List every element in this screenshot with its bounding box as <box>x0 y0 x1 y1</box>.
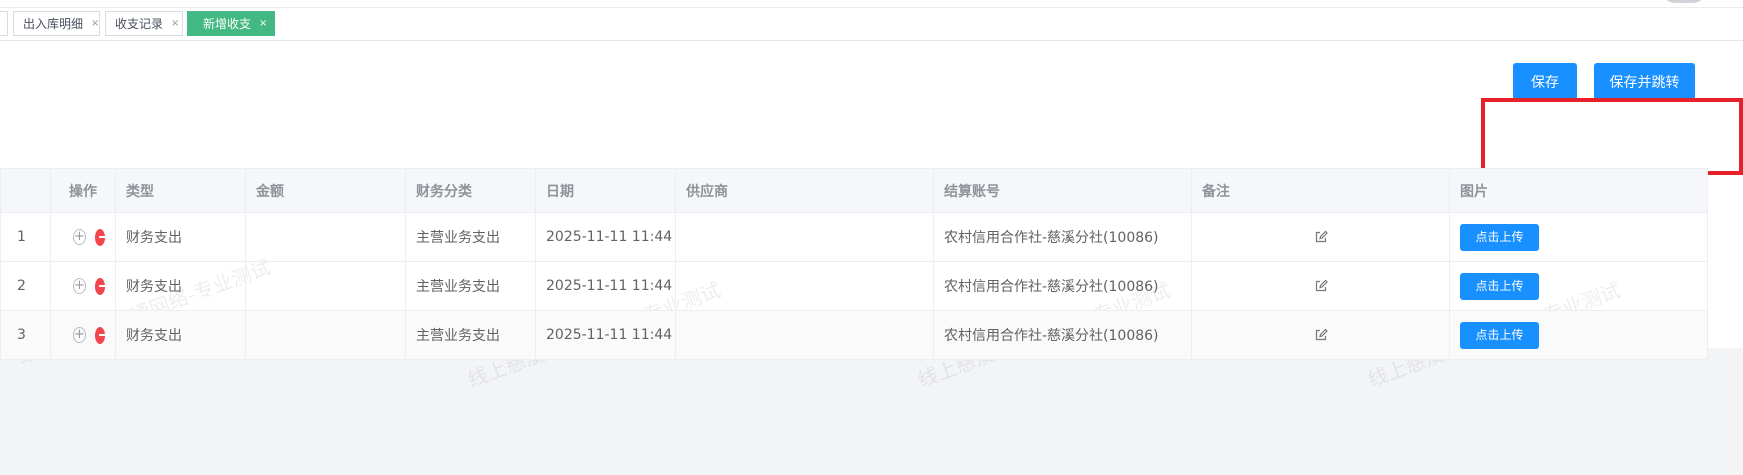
tab-label: 收支记录 <box>115 17 164 31</box>
top-header-strip <box>0 0 1743 8</box>
row-index: 2 <box>0 261 51 311</box>
amount-cell[interactable] <box>245 261 406 311</box>
account-cell[interactable]: 农村信用合作社-慈溪分社(10086) <box>933 310 1192 360</box>
delete-row-icon[interactable] <box>94 326 109 344</box>
row-index: 1 <box>0 212 51 262</box>
supplier-cell[interactable] <box>675 261 934 311</box>
tab-partial[interactable] <box>0 11 8 36</box>
save-and-jump-button[interactable]: 保存并跳转 <box>1594 63 1695 100</box>
type-cell[interactable]: 财务支出 <box>115 212 246 262</box>
close-icon[interactable]: × <box>259 18 267 29</box>
upload-button[interactable]: 点击上传 <box>1460 272 1539 300</box>
edit-icon[interactable] <box>1314 230 1328 244</box>
table-row: 2 + 财务支出 主营业务支出 2025-11-11 11:44 农村信用合作社… <box>0 261 1708 311</box>
category-cell[interactable]: 主营业务支出 <box>405 212 536 262</box>
row-index: 3 <box>0 310 51 360</box>
type-cell[interactable]: 财务支出 <box>115 261 246 311</box>
delete-row-icon[interactable] <box>94 228 109 246</box>
close-icon[interactable]: × <box>91 18 99 29</box>
date-cell[interactable]: 2025-11-11 11:44 <box>535 261 676 311</box>
finance-entry-table: 操作 类型 金额 财务分类 日期 供应商 结算账号 备注 图片 1 + 财务支出… <box>0 168 1708 360</box>
header-date: 日期 <box>535 168 676 213</box>
amount-cell[interactable] <box>245 310 406 360</box>
annotation-highlight-box <box>1481 98 1743 175</box>
row-operations: + <box>50 261 116 311</box>
image-cell: 点击上传 <box>1449 261 1708 311</box>
account-cell[interactable]: 农村信用合作社-慈溪分社(10086) <box>933 261 1192 311</box>
tab-label: 出入库明细 <box>23 17 84 31</box>
edit-icon[interactable] <box>1314 328 1328 342</box>
table-row: 1 + 财务支出 主营业务支出 2025-11-11 11:44 农村信用合作社… <box>0 212 1708 262</box>
header-image: 图片 <box>1449 168 1708 213</box>
header-category: 财务分类 <box>405 168 536 213</box>
date-cell[interactable]: 2025-11-11 11:44 <box>535 212 676 262</box>
note-cell[interactable] <box>1191 261 1450 311</box>
add-row-icon[interactable]: + <box>73 278 86 294</box>
image-cell: 点击上传 <box>1449 310 1708 360</box>
header-type: 类型 <box>115 168 246 213</box>
main-content: 保存 保存并跳转 线上慈溪市巅通网络-专业测试 线上慈溪市巅通网络-专业测试 线… <box>0 41 1743 392</box>
image-cell: 点击上传 <box>1449 212 1708 262</box>
supplier-cell[interactable] <box>675 212 934 262</box>
note-cell[interactable] <box>1191 212 1450 262</box>
date-cell[interactable]: 2025-11-11 11:44 <box>535 310 676 360</box>
tab-new-income[interactable]: 新增收支 × <box>187 11 275 36</box>
table-header-row: 操作 类型 金额 财务分类 日期 供应商 结算账号 备注 图片 <box>0 168 1708 213</box>
table-row: 3 + 财务支出 主营业务支出 2025-11-11 11:44 农村信用合作社… <box>0 310 1708 360</box>
add-row-icon[interactable]: + <box>73 327 86 343</box>
tab-income-records[interactable]: 收支记录 × <box>105 11 183 36</box>
category-cell[interactable]: 主营业务支出 <box>405 310 536 360</box>
account-cell[interactable]: 农村信用合作社-慈溪分社(10086) <box>933 212 1192 262</box>
header-note: 备注 <box>1191 168 1450 213</box>
tab-label: 新增收支 <box>203 17 252 31</box>
edit-icon[interactable] <box>1314 279 1328 293</box>
add-row-icon[interactable]: + <box>73 229 86 245</box>
row-operations: + <box>50 212 116 262</box>
close-icon[interactable]: × <box>171 18 179 29</box>
category-cell[interactable]: 主营业务支出 <box>405 261 536 311</box>
row-operations: + <box>50 310 116 360</box>
delete-row-icon[interactable] <box>94 277 109 295</box>
header-supplier: 供应商 <box>675 168 934 213</box>
upload-button[interactable]: 点击上传 <box>1460 321 1539 349</box>
header-amount: 金额 <box>245 168 406 213</box>
note-cell[interactable] <box>1191 310 1450 360</box>
header-index <box>0 168 51 213</box>
save-button[interactable]: 保存 <box>1513 63 1577 100</box>
type-cell[interactable]: 财务支出 <box>115 310 246 360</box>
amount-cell[interactable] <box>245 212 406 262</box>
tab-inout-detail[interactable]: 出入库明细 × <box>13 11 100 36</box>
header-operations: 操作 <box>50 168 116 213</box>
supplier-cell[interactable] <box>675 310 934 360</box>
header-account: 结算账号 <box>933 168 1192 213</box>
upload-button[interactable]: 点击上传 <box>1460 223 1539 251</box>
tabs-bar: 出入库明细 × 收支记录 × 新增收支 × <box>0 8 1743 41</box>
